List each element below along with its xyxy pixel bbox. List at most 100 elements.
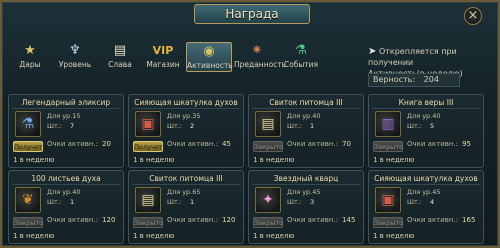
card-points: Очки активн.: 95 bbox=[407, 140, 471, 148]
points-label: Очки активн.: bbox=[287, 140, 339, 148]
scroll-icon[interactable]: ▤ bbox=[135, 187, 161, 213]
card-limit: 1 в неделю bbox=[253, 232, 295, 240]
card-points: Очки активн.: 145 bbox=[287, 216, 355, 224]
tab-label: События bbox=[283, 60, 319, 69]
qty-label: Шт.: bbox=[407, 198, 422, 206]
loyalty-box: Верность: 204 bbox=[368, 73, 460, 87]
card-limit: 1 в неделю bbox=[253, 156, 295, 164]
card-limit: 1 в неделю bbox=[13, 156, 55, 164]
qty-value: 7 bbox=[70, 122, 75, 130]
points-label: Очки активн.: bbox=[407, 216, 459, 224]
tab-devotion[interactable]: ✷ Преданность bbox=[234, 42, 287, 72]
chest-icon[interactable]: ▣ bbox=[375, 187, 401, 213]
reward-card: Свиток питомца III ▤ Для ур.65 Шт.: 1 Очк… bbox=[128, 170, 244, 244]
card-qty: Шт.: 1 bbox=[167, 198, 194, 207]
points-label: Очки активн.: bbox=[287, 216, 339, 224]
card-qty: Шт.: 1 bbox=[47, 198, 74, 207]
tab-label: Магазин bbox=[146, 60, 180, 69]
card-level: Для ур.40 bbox=[47, 188, 81, 196]
card-qty: Шт.: 3 bbox=[287, 198, 314, 207]
tab-label: Преданность bbox=[234, 60, 287, 69]
claim-button[interactable]: Получить bbox=[133, 141, 167, 152]
card-title: Сияющая шкатулка духов bbox=[132, 97, 240, 109]
card-limit: 1 в неделю bbox=[13, 232, 55, 240]
qty-label: Шт.: bbox=[407, 122, 422, 130]
tab-label: Слава bbox=[108, 60, 132, 69]
reward-card: Сияющая шкатулка духов ▣ Для ур.45 Шт.: 4… bbox=[368, 170, 484, 244]
points-value: 95 bbox=[462, 140, 471, 148]
points-label: Очки активн.: bbox=[167, 216, 219, 224]
crystal-icon[interactable]: ✦ bbox=[255, 187, 281, 213]
qty-value: 4 bbox=[430, 198, 435, 206]
tab-label: Активность bbox=[187, 61, 233, 70]
elixir-icon[interactable]: ⚗ bbox=[15, 111, 41, 137]
tab-activity[interactable]: ◉ Активность bbox=[186, 42, 233, 72]
card-qty: Шт.: 7 bbox=[47, 122, 74, 131]
card-title: Свиток питомца III bbox=[132, 173, 240, 185]
qty-label: Шт.: bbox=[47, 198, 62, 206]
tab-gifts[interactable]: ★ Дары bbox=[10, 42, 50, 72]
points-value: 145 bbox=[342, 216, 356, 224]
card-level: Для ур.40 bbox=[287, 112, 321, 120]
qty-value: 1 bbox=[70, 198, 75, 206]
reward-card: Книга веры III ▥ Для ур.40 Шт.: 5 Очки ак… bbox=[368, 94, 484, 168]
locked-button[interactable]: Закрыто bbox=[133, 217, 163, 228]
card-limit: 1 в неделю bbox=[373, 232, 415, 240]
points-label: Очки активн.: bbox=[407, 140, 459, 148]
loyalty-label: Верность: bbox=[373, 75, 416, 84]
card-qty: Шт.: 2 bbox=[167, 122, 194, 131]
locked-button[interactable]: Закрыто bbox=[253, 217, 283, 228]
qty-label: Шт.: bbox=[287, 198, 302, 206]
card-points: Очки активн.: 120 bbox=[47, 216, 115, 224]
reward-window: Награда × ★ Дары ♆ Уровень ▤ Слава VIP М… bbox=[0, 0, 500, 248]
points-value: 45 bbox=[222, 140, 231, 148]
qty-label: Шт.: bbox=[287, 122, 302, 130]
card-title: 100 листьев духа bbox=[12, 173, 120, 185]
points-label: Очки активн.: bbox=[47, 216, 99, 224]
window-title: Награда bbox=[194, 4, 310, 24]
card-limit: 1 в неделю bbox=[133, 232, 175, 240]
card-title: Свиток питомца III bbox=[252, 97, 360, 109]
card-level: Для ур.45 bbox=[407, 188, 441, 196]
card-level: Для ур.45 bbox=[287, 188, 321, 196]
claim-button[interactable]: Получить bbox=[13, 141, 47, 152]
leaves-icon[interactable]: ❦ bbox=[15, 187, 41, 213]
card-qty: Шт.: 4 bbox=[407, 198, 434, 207]
qty-label: Шт.: bbox=[167, 198, 182, 206]
points-label: Очки активн.: bbox=[167, 140, 219, 148]
locked-button[interactable]: Закрыто bbox=[373, 217, 403, 228]
card-level: Для ур.15 bbox=[47, 112, 81, 120]
potion-icon: ⚗ bbox=[295, 43, 307, 58]
locked-button[interactable]: Закрыто bbox=[373, 141, 403, 152]
chest-icon[interactable]: ▣ bbox=[135, 111, 161, 137]
points-value: 20 bbox=[102, 140, 111, 148]
qty-value: 2 bbox=[190, 122, 195, 130]
tab-events[interactable]: ⚗ События bbox=[280, 42, 322, 72]
close-button[interactable]: × bbox=[464, 7, 482, 25]
card-points: Очки активн.: 45 bbox=[167, 140, 231, 148]
qty-label: Шт.: bbox=[167, 122, 182, 130]
tab-shop[interactable]: VIP Магазин bbox=[142, 42, 184, 72]
vip-icon: VIP bbox=[152, 44, 174, 57]
tab-level[interactable]: ♆ Уровень bbox=[52, 42, 98, 72]
points-value: 120 bbox=[222, 216, 236, 224]
reward-card: Легендарный эликсир ⚗ Для ур.15 Шт.: 7 Оч… bbox=[8, 94, 124, 168]
card-limit: 1 в неделю bbox=[373, 156, 415, 164]
card-points: Очки активн.: 70 bbox=[287, 140, 351, 148]
points-value: 120 bbox=[102, 216, 116, 224]
locked-button[interactable]: Закрыто bbox=[253, 141, 283, 152]
tab-label: Уровень bbox=[58, 60, 92, 69]
qty-value: 5 bbox=[430, 122, 435, 130]
card-points: Очки активн.: 165 bbox=[407, 216, 475, 224]
book-icon[interactable]: ▥ bbox=[375, 111, 401, 137]
cursor-icon: ➤ bbox=[368, 46, 377, 57]
tab-glory[interactable]: ▤ Слава bbox=[100, 42, 140, 72]
eye-icon: ◉ bbox=[203, 44, 215, 59]
card-points: Очки активн.: 20 bbox=[47, 140, 111, 148]
locked-button[interactable]: Закрыто bbox=[13, 217, 43, 228]
scroll-icon[interactable]: ▤ bbox=[255, 111, 281, 137]
loyalty-value: 204 bbox=[423, 75, 439, 84]
scroll-icon: ▤ bbox=[113, 43, 127, 58]
note-text: Открепляется при получении bbox=[368, 47, 457, 67]
points-value: 70 bbox=[342, 140, 351, 148]
